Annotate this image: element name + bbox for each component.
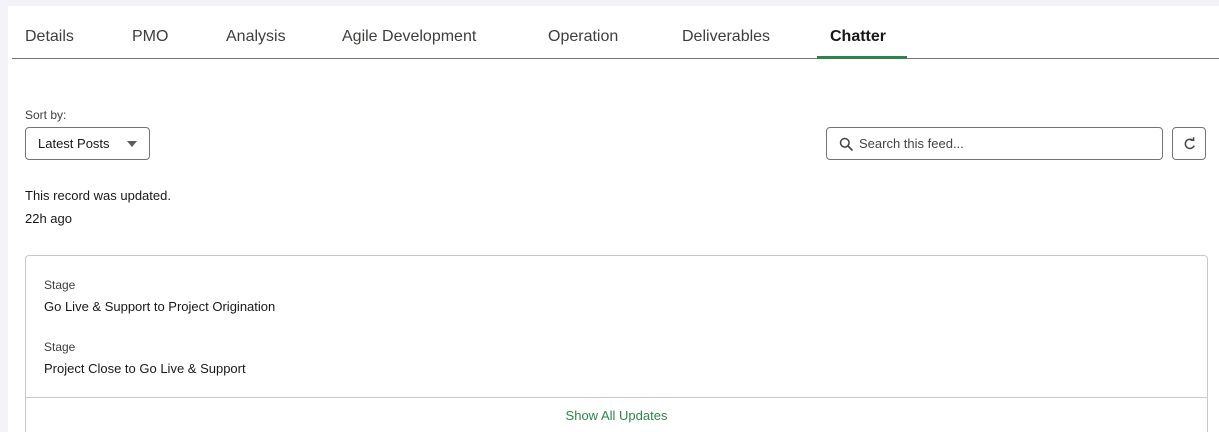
show-all-updates-link[interactable]: Show All Updates	[26, 408, 1207, 423]
active-tab-indicator	[817, 56, 907, 59]
change-field-label: Stage	[44, 340, 76, 354]
chatter-panel: Details PMO Analysis Agile Development O…	[8, 6, 1219, 432]
refresh-feed-button[interactable]	[1172, 127, 1206, 160]
tab-agile-development[interactable]: Agile Development	[342, 6, 476, 58]
sort-label: Sort by:	[25, 108, 67, 122]
feed-item-changes: Stage Go Live & Support to Project Origi…	[25, 255, 1208, 432]
feed-search-box	[826, 127, 1163, 160]
feed-item-divider	[26, 397, 1207, 398]
tab-deliverables[interactable]: Deliverables	[682, 6, 770, 58]
feed-search-input[interactable]	[859, 133, 1149, 153]
sort-dropdown-button[interactable]: Latest Posts	[25, 127, 150, 160]
tab-chatter[interactable]: Chatter	[830, 6, 886, 58]
search-icon	[839, 137, 853, 151]
feed-item-message: This record was updated.	[25, 188, 171, 203]
change-field-value: Project Close to Go Live & Support	[44, 361, 246, 376]
feed-item-timestamp[interactable]: 22h ago	[25, 211, 72, 226]
refresh-icon	[1184, 137, 1195, 150]
caret-down-icon	[127, 141, 137, 147]
sort-selected-value: Latest Posts	[38, 136, 110, 151]
tab-analysis[interactable]: Analysis	[226, 6, 286, 58]
page-left-background	[0, 0, 8, 432]
tab-details[interactable]: Details	[25, 6, 74, 58]
tab-operation[interactable]: Operation	[548, 6, 618, 58]
change-field-label: Stage	[44, 278, 76, 292]
tab-pmo[interactable]: PMO	[132, 6, 168, 58]
change-field-value: Go Live & Support to Project Origination	[44, 299, 276, 314]
record-tabs: Details PMO Analysis Agile Development O…	[12, 6, 1219, 59]
